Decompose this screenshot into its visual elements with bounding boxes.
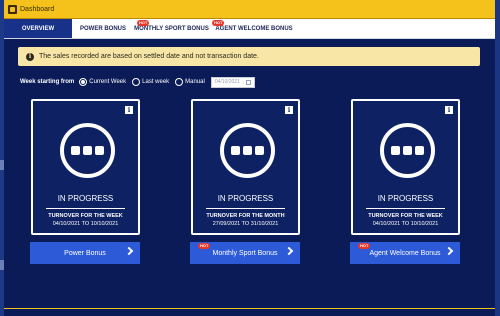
card-turnover-label: TURNOVER FOR THE WEEK [48,213,123,219]
date-value: 04/10/2021 [214,79,240,85]
radio-last-week[interactable]: Last week [132,78,169,86]
radio-label: Manual [185,79,205,85]
tab-label: POWER BONUS [79,25,126,32]
settled-date-notice: i The sales recorded are based on settle… [18,47,480,66]
agent-welcome-bonus-card: i IN PROGRESS TURNOVER FOR THE WEEK 04/1… [351,99,460,235]
in-progress-dots-icon [220,123,275,178]
chevron-right-icon [284,246,294,256]
chevron-right-icon [124,246,134,256]
radio-current-week[interactable]: Current Week [79,78,126,86]
monthly-sport-bonus-button[interactable]: HOT Monthly Sport Bonus [190,242,300,264]
app-logo-icon [8,4,17,14]
chevron-right-icon [444,246,454,256]
radio-label: Last week [142,79,170,85]
radio-checked-icon[interactable] [79,78,88,86]
calendar-icon[interactable] [245,79,251,85]
button-label: Power Bonus [64,249,106,257]
card-status: IN PROGRESS [377,194,434,203]
week-date-input[interactable]: 04/10/2021 [210,76,255,88]
agent-welcome-bonus-button[interactable]: HOT Agent Welcome Bonus [350,242,460,264]
radio-unchecked-icon[interactable] [175,78,184,86]
radio-label: Current Week [89,79,127,85]
card-status: IN PROGRESS [217,194,274,203]
card-turnover-label: TURNOVER FOR THE MONTH [206,213,285,219]
tab-agent-welcome-bonus[interactable]: HOT AGENT WELCOME BONUS [209,19,299,38]
radio-unchecked-icon[interactable] [132,78,141,86]
hot-badge: HOT [198,243,211,249]
tab-label: AGENT WELCOME BONUS [215,25,293,32]
card-divider [206,208,285,209]
card-date-range: 04/10/2021 TO 10/10/2021 [372,221,439,227]
in-progress-dots-icon [380,123,435,178]
right-scrollbar[interactable] [495,0,500,316]
notice-text: The sales recorded are based on settled … [39,53,259,60]
card-turnover-label: TURNOVER FOR THE WEEK [368,213,443,219]
tab-bar: OVERVIEW POWER BONUS HOT MONTHLY SPORT B… [4,19,495,39]
tab-label: OVERVIEW [21,25,55,32]
week-label: Week starting from [20,79,75,85]
card-date-range: 04/10/2021 TO 10/10/2021 [52,221,119,227]
window-title: Dashboard [20,5,55,13]
card-divider [46,208,125,209]
card-status: IN PROGRESS [57,194,114,203]
tab-monthly-sport-bonus[interactable]: HOT MONTHLY SPORT BONUS [134,19,209,38]
dashboard-window: Dashboard OVERVIEW POWER BONUS HOT MONTH… [4,0,495,316]
monthly-sport-bonus-card: i IN PROGRESS TURNOVER FOR THE MONTH 27/… [191,99,300,235]
info-icon[interactable]: i [285,106,293,114]
hot-badge: HOT [137,20,150,26]
card-date-range: 27/09/2021 TO 31/10/2021 [212,221,279,227]
in-progress-dots-icon [60,123,115,178]
power-bonus-button[interactable]: Power Bonus [30,242,140,264]
info-icon[interactable]: i [445,106,453,114]
info-icon[interactable]: i [125,106,133,114]
card-divider [366,208,445,209]
bottom-accent-line [4,308,495,309]
hot-badge: HOT [212,20,225,26]
tab-power-bonus[interactable]: POWER BONUS [72,19,134,38]
week-selector: Week starting from Current Week Last wee… [20,76,255,88]
button-label: Agent Welcome Bonus [369,249,441,257]
info-icon: i [26,52,34,61]
power-bonus-card: i IN PROGRESS TURNOVER FOR THE WEEK 04/1… [31,99,140,235]
button-label: Monthly Sport Bonus [212,249,278,257]
hot-badge: HOT [358,243,371,249]
tab-overview[interactable]: OVERVIEW [4,19,72,38]
tab-label: MONTHLY SPORT BONUS [134,25,209,32]
radio-manual[interactable]: Manual [175,78,205,86]
window-titlebar: Dashboard [4,0,495,19]
